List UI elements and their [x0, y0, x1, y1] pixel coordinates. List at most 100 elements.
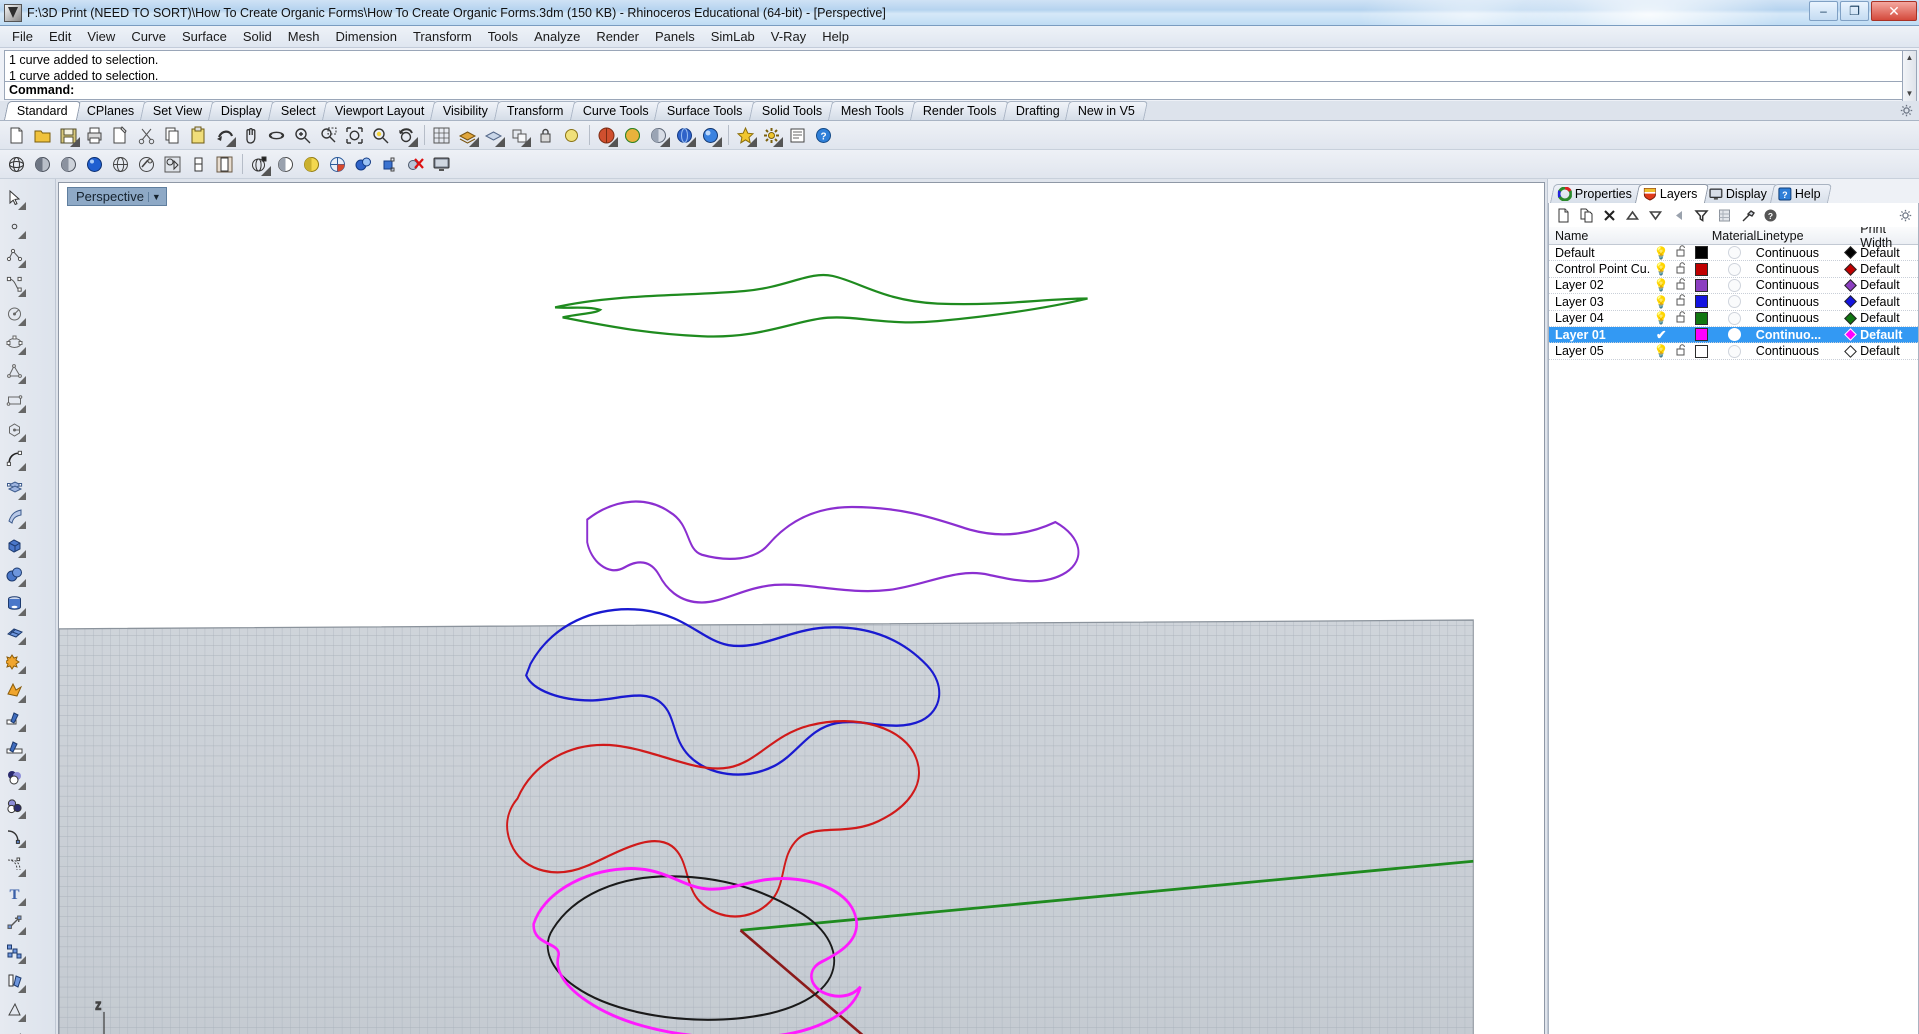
- boolean-difference-icon[interactable]: [0, 792, 28, 821]
- open-padlock-icon[interactable]: [1676, 245, 1687, 257]
- table-row-selected[interactable]: Layer 01 ✔ Continuo... Default: [1549, 326, 1918, 344]
- light-bulb-icon[interactable]: 💡: [1654, 311, 1669, 325]
- menu-help[interactable]: Help: [814, 27, 857, 46]
- explode-icon[interactable]: [0, 676, 28, 705]
- zoom-extents-icon[interactable]: [342, 123, 367, 148]
- cut-icon[interactable]: [134, 123, 159, 148]
- layer-linetype[interactable]: Continuo...: [1756, 328, 1841, 342]
- light-bulb-icon[interactable]: 💡: [1654, 246, 1669, 260]
- move-up-icon[interactable]: [1621, 205, 1644, 226]
- layer-color-swatch[interactable]: [1695, 311, 1709, 325]
- monitor-icon[interactable]: [429, 152, 454, 177]
- properties-grid-icon[interactable]: [1713, 205, 1736, 226]
- ellipse-icon[interactable]: [0, 328, 28, 357]
- close-button[interactable]: ✕: [1871, 1, 1917, 21]
- toolbar-tab-set-view[interactable]: Set View: [139, 101, 216, 120]
- ghosted-icon[interactable]: [56, 152, 81, 177]
- previous-icon[interactable]: [1667, 205, 1690, 226]
- layer-print-width[interactable]: Default: [1860, 262, 1918, 276]
- layer-linetype[interactable]: Continuous: [1756, 344, 1841, 358]
- new-file-icon[interactable]: [4, 123, 29, 148]
- paste-icon[interactable]: [186, 123, 211, 148]
- toolbar-tab-solid-tools[interactable]: Solid Tools: [748, 101, 836, 120]
- layer-print-width[interactable]: Default: [1860, 344, 1918, 358]
- render-globe-icon[interactable]: [672, 123, 697, 148]
- offset-curve-icon[interactable]: [0, 850, 28, 879]
- zoom-window-icon[interactable]: [316, 123, 341, 148]
- command-history[interactable]: 1 curve added to selection. 1 curve adde…: [4, 50, 1917, 102]
- clip-icon[interactable]: [377, 152, 402, 177]
- new-layer-icon[interactable]: [1552, 205, 1575, 226]
- layer-print-width[interactable]: Default: [1860, 295, 1918, 309]
- layers-help-icon[interactable]: ?: [1759, 205, 1782, 226]
- print-width-swatch[interactable]: [1844, 295, 1857, 309]
- rendered-icon[interactable]: [82, 152, 107, 177]
- scroll-down-icon[interactable]: ▼: [1903, 87, 1916, 101]
- layer-linetype[interactable]: Continuous: [1756, 278, 1841, 292]
- menu-file[interactable]: File: [4, 27, 41, 46]
- table-row[interactable]: Layer 03 💡 Continuous Default: [1549, 294, 1918, 311]
- artistic-icon[interactable]: [160, 152, 185, 177]
- maximize-button[interactable]: ❐: [1840, 1, 1869, 21]
- layers-table[interactable]: Name Material Linetype Print Width Defau…: [1548, 227, 1919, 1034]
- layer-color-swatch[interactable]: [1695, 344, 1709, 358]
- viewport-title-dropdown[interactable]: Perspective ▼: [67, 187, 167, 206]
- panel-tab-display[interactable]: Display: [1700, 184, 1778, 203]
- layer-color-swatch[interactable]: [1695, 328, 1709, 342]
- dimension-icon[interactable]: [0, 908, 28, 937]
- toolbar-tab-cplanes[interactable]: CPlanes: [73, 101, 148, 120]
- toolbar-options-gear-icon[interactable]: [1900, 104, 1913, 117]
- grid-snap-icon[interactable]: [429, 123, 454, 148]
- mesh-plane-icon[interactable]: [0, 618, 28, 647]
- polygon-triangle-icon[interactable]: [0, 357, 28, 386]
- wireframe-icon[interactable]: [4, 152, 29, 177]
- print-width-swatch[interactable]: [1844, 262, 1857, 276]
- menu-analyze[interactable]: Analyze: [526, 27, 588, 46]
- panel-tab-help[interactable]: ? Help: [1769, 184, 1832, 203]
- properties-icon[interactable]: [785, 123, 810, 148]
- target-sphere-icon[interactable]: [325, 152, 350, 177]
- toolbar-tab-surface-tools[interactable]: Surface Tools: [654, 101, 757, 120]
- layer-name[interactable]: Control Point Cu...: [1549, 262, 1651, 276]
- render-scene-icon[interactable]: [247, 152, 272, 177]
- new-sublayer-icon[interactable]: [1575, 205, 1598, 226]
- menu-curve[interactable]: Curve: [123, 27, 174, 46]
- layer-state-icon[interactable]: [481, 123, 506, 148]
- arc-icon[interactable]: [0, 444, 28, 473]
- layer-linetype[interactable]: Continuous: [1756, 295, 1841, 309]
- material-indicator[interactable]: [1727, 278, 1741, 292]
- drafting-icon[interactable]: [0, 995, 28, 1024]
- layer-name[interactable]: Layer 05: [1549, 344, 1651, 358]
- boolean-union-icon[interactable]: [0, 763, 28, 792]
- print-width-swatch[interactable]: [1844, 328, 1857, 342]
- surface-grid-icon[interactable]: [0, 473, 28, 502]
- technical-icon[interactable]: [134, 152, 159, 177]
- toolbar-tab-viewport-layout[interactable]: Viewport Layout: [321, 101, 438, 120]
- open-padlock-icon[interactable]: [1676, 343, 1687, 356]
- control-point-curve-icon[interactable]: [0, 270, 28, 299]
- trim-icon[interactable]: [0, 705, 28, 734]
- move-down-icon[interactable]: [1644, 205, 1667, 226]
- panel-tab-layers[interactable]: Layers: [1634, 184, 1709, 203]
- text-icon[interactable]: T: [0, 879, 28, 908]
- layer-color-swatch[interactable]: [1695, 246, 1709, 260]
- zoom-previous-icon[interactable]: [394, 123, 419, 148]
- copy-icon[interactable]: [160, 123, 185, 148]
- current-layer-check-icon[interactable]: ✔: [1656, 328, 1666, 342]
- box-icon[interactable]: [0, 531, 28, 560]
- surface-sweep-icon[interactable]: [0, 502, 28, 531]
- menu-view[interactable]: View: [79, 27, 123, 46]
- fillet-curve-icon[interactable]: [0, 821, 28, 850]
- light-bulb-icon[interactable]: 💡: [1654, 295, 1669, 309]
- table-row[interactable]: Layer 02 💡 Continuous Default: [1549, 278, 1918, 295]
- light-bulb-icon[interactable]: 💡: [1654, 344, 1669, 358]
- rotate-view-icon[interactable]: [264, 123, 289, 148]
- layer-print-width[interactable]: Default: [1860, 246, 1918, 260]
- menu-dimension[interactable]: Dimension: [328, 27, 405, 46]
- cylinder-icon[interactable]: [0, 589, 28, 618]
- pen-shaded-icon[interactable]: [212, 152, 237, 177]
- chevron-down-icon[interactable]: ▼: [147, 191, 164, 202]
- menu-simlab[interactable]: SimLab: [703, 27, 763, 46]
- light-sphere-icon[interactable]: [299, 152, 324, 177]
- render-color-icon[interactable]: [698, 123, 723, 148]
